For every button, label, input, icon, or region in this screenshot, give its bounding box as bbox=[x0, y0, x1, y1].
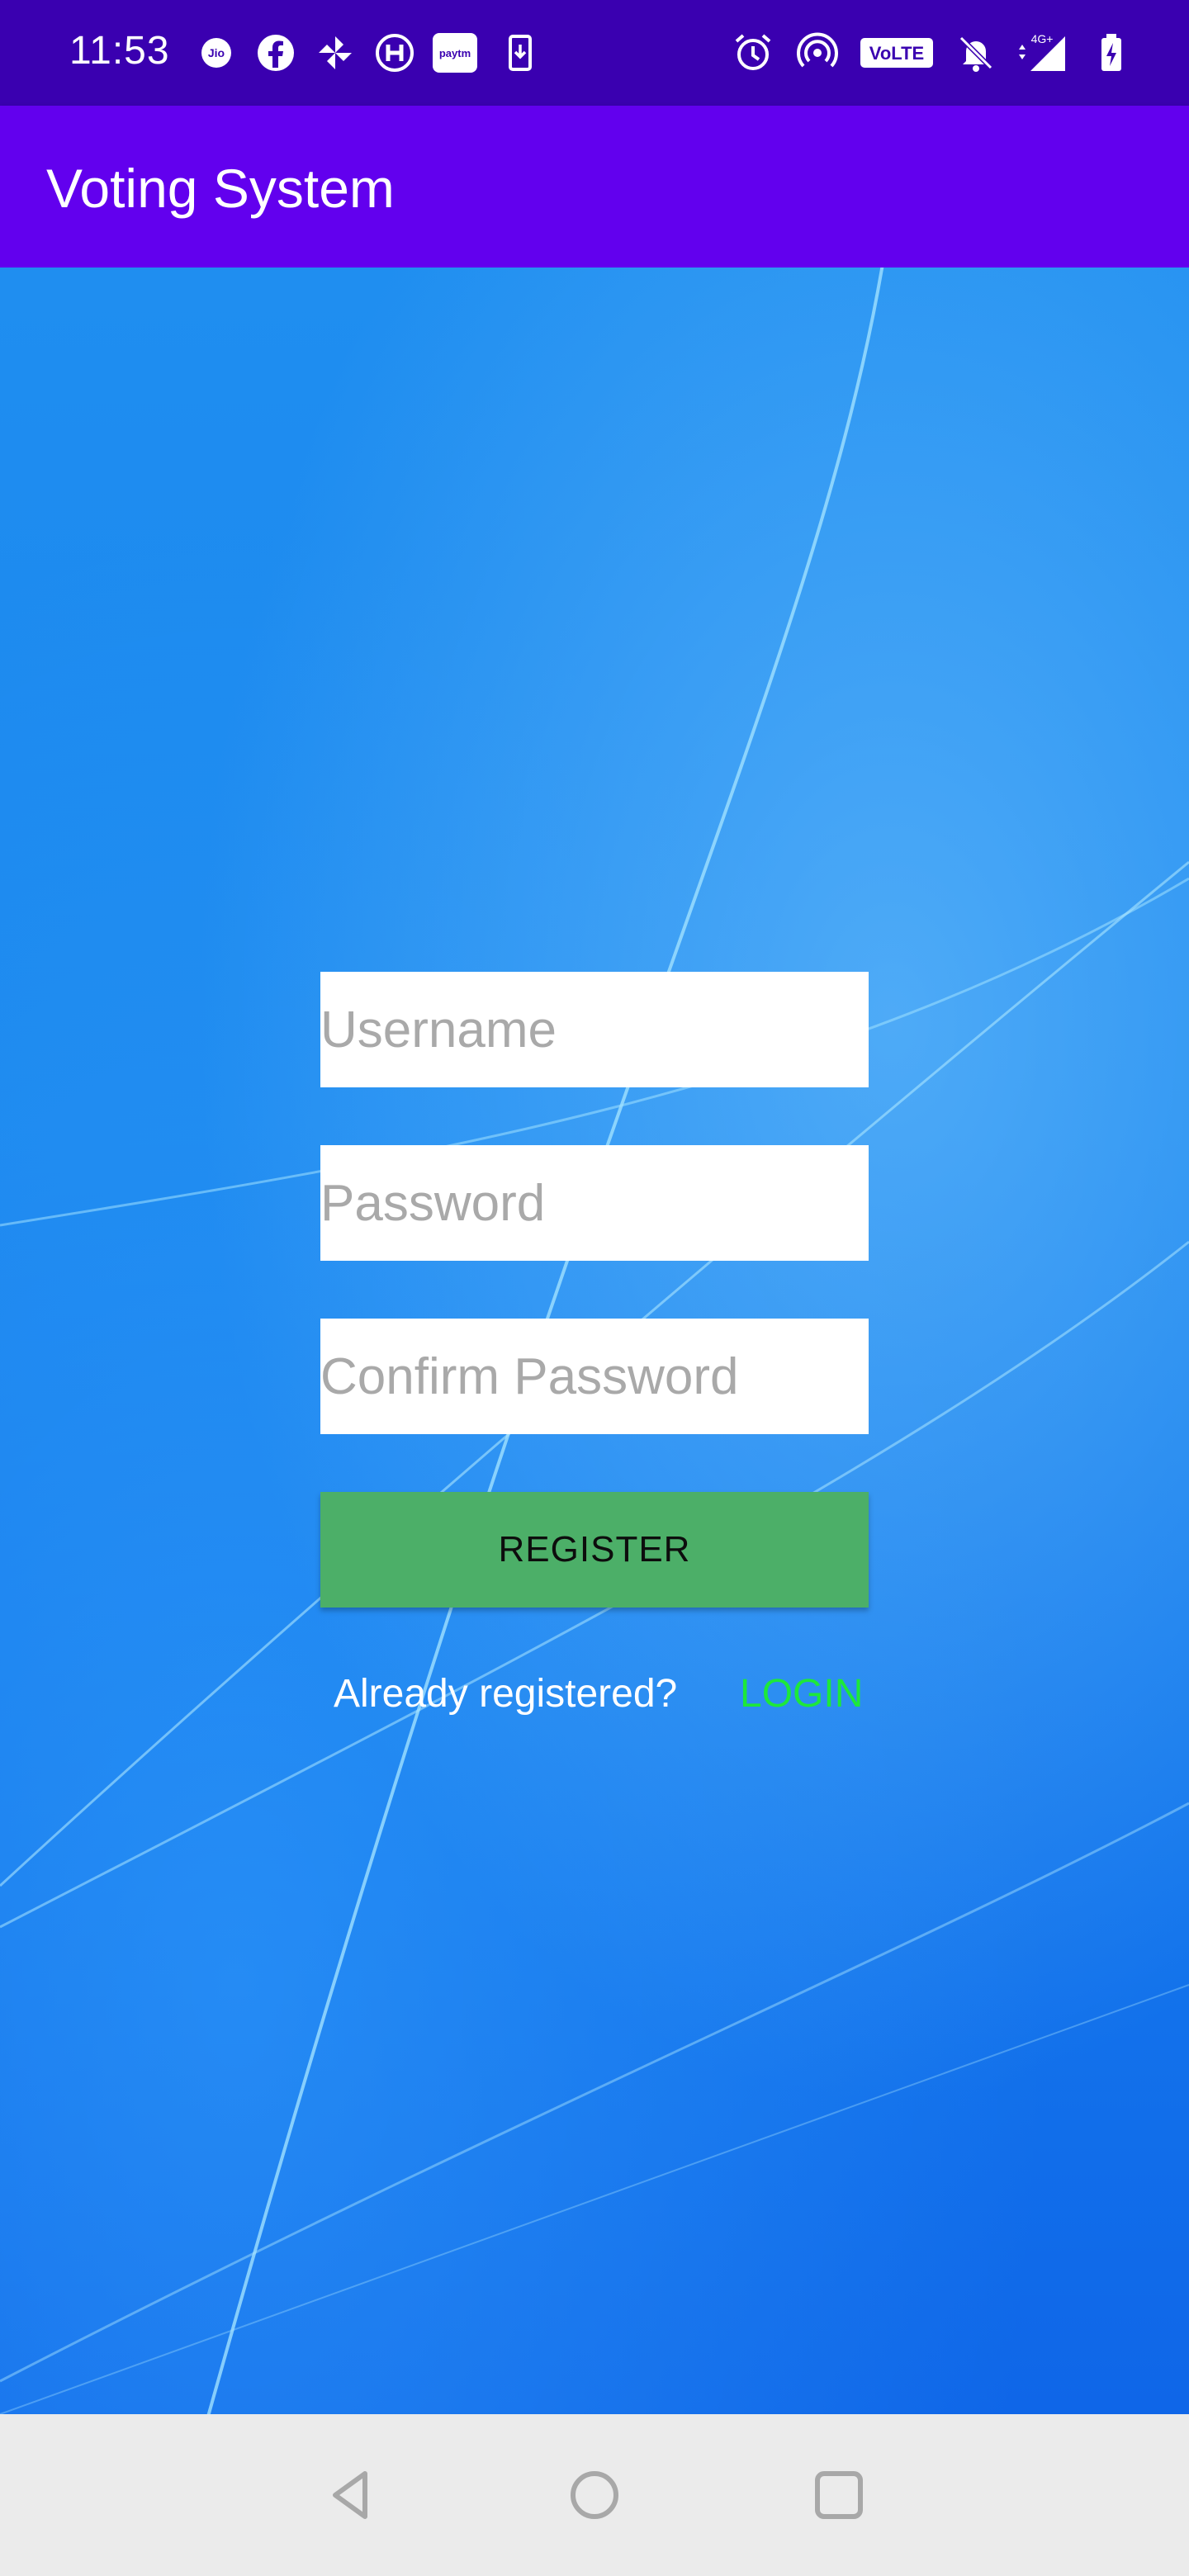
signal-4g-icon: 4G+ bbox=[1019, 32, 1065, 71]
status-time: 11:53 bbox=[69, 29, 170, 73]
download-icon bbox=[509, 35, 532, 71]
svg-text:Jio: Jio bbox=[208, 46, 225, 59]
app-title: Voting System bbox=[46, 158, 395, 219]
paytm-icon: paytm bbox=[433, 33, 477, 73]
already-registered-label: Already registered? bbox=[334, 1672, 678, 1716]
pinwheel-icon bbox=[319, 36, 352, 69]
jio-icon: Jio bbox=[201, 38, 231, 68]
home-icon[interactable] bbox=[561, 2462, 628, 2528]
svg-text:4G+: 4G+ bbox=[1031, 32, 1054, 45]
svg-text:VoLTE: VoLTE bbox=[869, 43, 924, 64]
username-input[interactable] bbox=[320, 972, 869, 1087]
battery-charging-icon bbox=[1101, 34, 1121, 71]
back-icon[interactable] bbox=[319, 2462, 385, 2528]
recents-icon[interactable] bbox=[806, 2462, 872, 2528]
password-input[interactable] bbox=[320, 1145, 869, 1261]
svg-text:paytm: paytm bbox=[439, 47, 471, 59]
confirm-password-input[interactable] bbox=[320, 1319, 869, 1434]
bell-off-icon bbox=[959, 36, 993, 72]
hotstar-icon bbox=[376, 34, 414, 72]
hotspot-icon bbox=[797, 32, 838, 68]
register-button[interactable]: REGISTER bbox=[320, 1492, 869, 1608]
alarm-icon bbox=[735, 34, 771, 70]
navigation-bar bbox=[0, 2414, 1189, 2576]
login-link[interactable]: LOGIN bbox=[740, 1671, 863, 1717]
status-bar: 11:53 Jio paytm VoLTE 4G+ bbox=[0, 0, 1189, 106]
app-bar: Voting System bbox=[0, 106, 1189, 268]
facebook-icon bbox=[258, 35, 294, 71]
volte-icon: VoLTE bbox=[860, 38, 933, 68]
